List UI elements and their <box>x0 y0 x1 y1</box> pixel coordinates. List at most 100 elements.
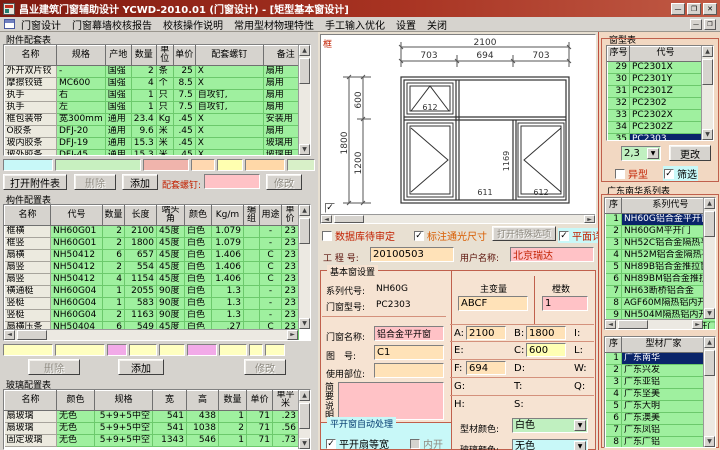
table-row[interactable]: 6 广东澳美 <box>605 412 706 425</box>
count-input[interactable] <box>542 296 588 311</box>
table-row[interactable]: 4 NH52M铝合金隔热平 <box>605 249 715 262</box>
components-modify-button[interactable]: 修改 <box>244 359 286 375</box>
edit-cell-swatch[interactable] <box>129 344 157 356</box>
main-var-input[interactable] <box>458 296 528 311</box>
chevron-down-icon[interactable]: ▼ <box>574 441 586 450</box>
table-row[interactable]: 7 广东凤铝 <box>605 424 706 437</box>
table-row[interactable]: 玻内胶条 DFJ-19 通用 15.3 米 .45 X 玻璃用 <box>4 137 309 150</box>
table-row[interactable]: 扇玻璃 无色 5+9+5中空 541 1038 2 71.56 <box>4 422 299 435</box>
table-row[interactable]: 摩擦铰链 MC600 国强 4 个 8.5 X 扇用 <box>4 77 309 90</box>
table-row[interactable]: 1 广东南华 <box>605 352 706 365</box>
scroll-down-icon[interactable]: ▼ <box>702 129 713 140</box>
table-row[interactable]: 32 PC2302 <box>607 97 702 110</box>
table-row[interactable]: 8 AGF60M隔热铝内开窗 <box>605 297 715 310</box>
minimize-button[interactable]: — <box>671 2 685 15</box>
close-button[interactable]: ✕ <box>703 2 717 15</box>
edit-cell-swatch[interactable] <box>55 159 141 171</box>
var-a-input[interactable] <box>466 326 506 340</box>
edit-cell-swatch[interactable] <box>55 344 105 356</box>
table-row[interactable]: 固定玻璃 无色 5+9+5中空 1343 546 1 71.73 <box>4 434 299 447</box>
series-vscroll[interactable]: ▲ ▼ <box>703 198 715 319</box>
edit-cell-swatch[interactable] <box>107 344 127 356</box>
profile-color-select[interactable]: 白色 ▼ <box>512 418 588 433</box>
components-vscroll[interactable]: ▲ ▼ <box>298 205 310 329</box>
scrollbar-thumb[interactable] <box>299 218 310 244</box>
scroll-up-icon[interactable]: ▲ <box>299 390 310 401</box>
scroll-up-icon[interactable]: ▲ <box>299 205 310 216</box>
db-pending-checkbox[interactable]: 数据库待审定 <box>322 228 395 243</box>
scroll-right-icon[interactable]: ► <box>692 320 703 329</box>
figure-no-input[interactable] <box>374 345 444 360</box>
wintype-combo[interactable]: 2,3 ▼ <box>621 146 661 161</box>
var-c-input[interactable] <box>526 343 566 357</box>
components-delete-button[interactable]: 删除 <box>28 359 80 375</box>
drawing-hscroll[interactable]: ◄ ► <box>321 214 595 223</box>
scroll-down-icon[interactable]: ▼ <box>299 318 310 329</box>
scrollbar-thumb[interactable] <box>704 211 715 237</box>
scroll-down-icon[interactable]: ▼ <box>704 308 715 319</box>
scroll-right-icon[interactable]: ► <box>584 215 595 223</box>
table-row[interactable]: 5 NH89B铝合金推拉窗 <box>605 261 715 274</box>
inward-open-checkbox[interactable]: 内开 <box>410 436 443 450</box>
scrollbar-thumb[interactable] <box>299 58 310 84</box>
var-f-input[interactable] <box>466 361 506 375</box>
scroll-left-icon[interactable]: ◄ <box>605 320 616 329</box>
edit-cell-swatch[interactable] <box>249 344 263 356</box>
menu-item[interactable]: 门窗设计 <box>21 17 61 32</box>
brief-textarea[interactable] <box>338 382 444 420</box>
change-button[interactable]: 更改 <box>669 145 711 161</box>
table-row[interactable]: 玻外胶条 DFJ-45 通用 15.3 米 .45 X 玻璃用 <box>4 149 309 155</box>
dim-light-checkbox[interactable]: ✓ 标注通光尺寸 <box>414 228 487 243</box>
table-row[interactable]: 扇横 NH50412 6 657 45度 白色 1.406 C 23 <box>4 249 299 262</box>
table-row[interactable]: 4 广东坚美 <box>605 388 706 401</box>
table-row[interactable]: 1 NH60G铝合金平开窗 <box>605 213 715 226</box>
edit-cell-swatch[interactable] <box>217 159 243 171</box>
scroll-up-icon[interactable]: ▲ <box>702 46 713 57</box>
glass-vscroll[interactable]: ▲ ▼ <box>298 390 310 449</box>
edit-cell-swatch[interactable] <box>159 344 185 356</box>
scrollbar-thumb[interactable] <box>299 403 310 429</box>
edit-cell-swatch[interactable] <box>3 159 53 171</box>
scrollbar-thumb[interactable] <box>618 320 648 329</box>
special-options-button[interactable]: 打开特殊选项 <box>492 226 556 241</box>
table-row[interactable]: 横通梃 NH60G04 1 2055 90度 白色 1.3 -23 <box>4 285 299 298</box>
equal-width-checkbox[interactable]: ✓ 平开扇等宽 <box>326 436 389 450</box>
edit-cell-swatch[interactable] <box>287 159 315 171</box>
edit-cell-swatch[interactable] <box>245 159 285 171</box>
chevron-down-icon[interactable]: ▼ <box>647 148 659 159</box>
drawing-option-checkbox[interactable]: ✓ <box>325 203 335 213</box>
scroll-down-icon[interactable]: ▼ <box>704 436 715 447</box>
scroll-down-icon[interactable]: ▼ <box>299 144 310 155</box>
table-row[interactable]: 扇竖 NH50412 4 1154 45度 白色 1.406 C 23 <box>4 273 299 286</box>
table-row[interactable]: 33 PC2302X <box>607 109 702 122</box>
table-row[interactable]: 竖梃 NH60G04 1 583 90度 白色 1.3 -23 <box>4 297 299 310</box>
special-shape-checkbox[interactable]: 异型 <box>615 166 648 181</box>
table-row[interactable]: 2 广东兴发 <box>605 364 706 377</box>
table-row[interactable]: 35 PC2303 <box>607 133 702 140</box>
menu-item[interactable]: 常用型材物理特性 <box>234 17 314 32</box>
chevron-down-icon[interactable]: ▼ <box>574 420 586 431</box>
table-row[interactable]: 扇玻璃 无色 5+9+5中空 541 438 1 71.23 <box>4 410 299 423</box>
table-row[interactable]: 8 广东广铝 <box>605 436 706 447</box>
glass-color-select[interactable]: 无色 ▼ <box>512 439 588 450</box>
screw-input[interactable] <box>204 174 260 189</box>
maximize-button[interactable]: ❐ <box>687 2 701 15</box>
edit-cell-swatch[interactable] <box>187 344 217 356</box>
menu-item[interactable]: 手工输入优化 <box>325 17 385 32</box>
scroll-down-icon[interactable]: ▼ <box>299 438 310 449</box>
table-row[interactable]: 31 PC2301Z <box>607 85 702 98</box>
edit-cell-swatch[interactable] <box>143 159 189 171</box>
user-name-input[interactable] <box>510 247 594 262</box>
var-b-input[interactable] <box>526 326 566 340</box>
scroll-left-icon[interactable]: ◄ <box>4 330 15 340</box>
series-hscroll[interactable]: ◄ ► <box>605 319 703 329</box>
scroll-up-icon[interactable]: ▲ <box>704 337 715 348</box>
accessory-modify-button[interactable]: 修改 <box>266 174 302 190</box>
scrollbar-thumb[interactable] <box>704 350 715 376</box>
scrollbar-thumb[interactable] <box>17 330 47 340</box>
edit-cell-swatch[interactable] <box>219 344 247 356</box>
table-row[interactable]: 34 PC2302Z <box>607 121 702 134</box>
menu-item[interactable]: 门窗幕墙校核报告 <box>72 17 152 32</box>
wintype-vscroll[interactable]: ▲ ▼ <box>701 46 713 140</box>
table-row[interactable]: 框包装带 宽300mm 通用 23.4 Kg .45 X 安装用 <box>4 113 309 126</box>
